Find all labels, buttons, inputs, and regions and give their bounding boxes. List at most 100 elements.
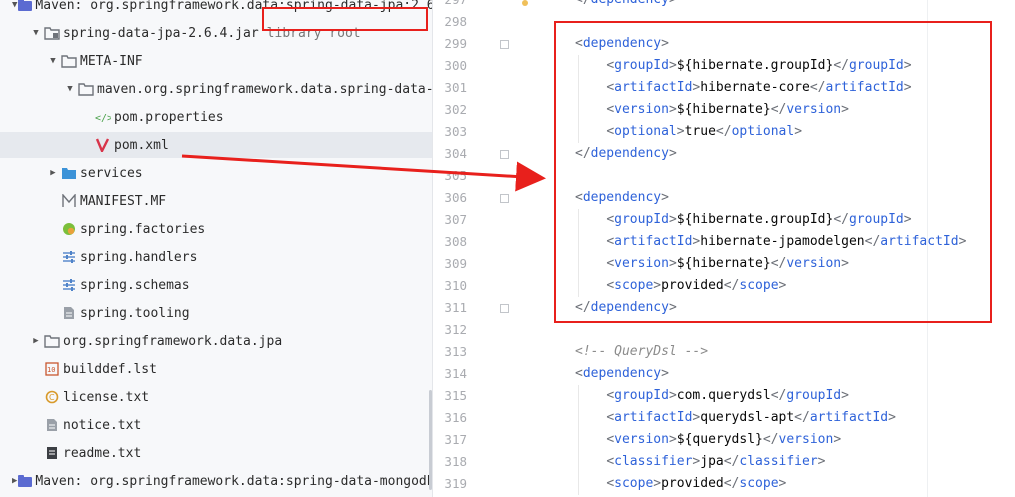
expand-arrow-icon[interactable]: ▼ bbox=[63, 84, 77, 94]
expand-arrow-icon[interactable]: ▼ bbox=[46, 56, 60, 66]
library-icon bbox=[17, 473, 33, 489]
folder-icon bbox=[77, 81, 95, 97]
code-line[interactable]: <version>${querydsl}</version> bbox=[575, 429, 841, 451]
xml-punct: > bbox=[833, 432, 842, 447]
tree-item[interactable]: </> pom.properties bbox=[0, 104, 432, 130]
tree-item[interactable]: MANIFEST.MF bbox=[0, 188, 432, 214]
xml-tag: classifier bbox=[614, 454, 693, 469]
expand-arrow-icon[interactable]: ▼ bbox=[29, 28, 43, 38]
text-file-icon bbox=[60, 305, 78, 321]
fold-marker-icon[interactable] bbox=[500, 150, 509, 159]
line-number: 302 bbox=[444, 102, 467, 117]
tree-item[interactable]: pom.xml bbox=[0, 132, 432, 158]
tree-item-label: META-INF bbox=[80, 53, 143, 69]
code-line[interactable]: </dependency> bbox=[575, 0, 677, 11]
tree-item[interactable]: ▶ Maven: org.springframework.data:spring-… bbox=[0, 468, 432, 494]
collapse-arrow-icon[interactable]: ▶ bbox=[46, 168, 60, 178]
tree-item-label: services bbox=[80, 165, 143, 181]
line-number: 313 bbox=[444, 344, 467, 359]
tree-item-label: builddef.lst bbox=[63, 361, 157, 377]
tree-item-label: org.springframework.data.jpa bbox=[63, 333, 283, 349]
line-number: 310 bbox=[444, 278, 467, 293]
highlight-box-artifact-version bbox=[262, 7, 428, 31]
line-number: 307 bbox=[444, 212, 467, 227]
line-number: 300 bbox=[444, 58, 467, 73]
xml-punct: </ bbox=[723, 454, 740, 469]
xml-punct bbox=[575, 388, 606, 403]
code-line[interactable]: <!-- QueryDsl --> bbox=[575, 341, 708, 363]
line-number: 312 bbox=[444, 322, 467, 337]
fold-marker-icon[interactable] bbox=[500, 40, 509, 49]
xml-tag: classifier bbox=[739, 454, 818, 469]
xml-punct: < bbox=[606, 476, 615, 491]
svg-text:</>: </> bbox=[95, 113, 111, 124]
xml-punct: </ bbox=[770, 388, 787, 403]
tree-item-label: pom.properties bbox=[114, 109, 224, 125]
tree-item[interactable]: ▶ services bbox=[0, 160, 432, 186]
line-number: 298 bbox=[444, 14, 467, 29]
xml-punct: < bbox=[606, 432, 615, 447]
line-number: 319 bbox=[444, 476, 467, 491]
tree-item[interactable]: Clicense.txt bbox=[0, 384, 432, 410]
code-line[interactable]: <dependency> bbox=[575, 363, 669, 385]
tree-item[interactable]: ▶ org.springframework.data.jpa bbox=[0, 328, 432, 354]
xml-tag: scope bbox=[739, 476, 779, 491]
collapse-arrow-icon[interactable]: ▶ bbox=[29, 336, 43, 346]
line-number: 311 bbox=[444, 300, 467, 315]
tree-item[interactable]: 10 builddef.lst bbox=[0, 356, 432, 382]
tree-item[interactable]: ▼ maven.org.springframework.data.spring-d… bbox=[0, 76, 432, 102]
xml-tag: groupId bbox=[786, 388, 842, 403]
xml-text: jpa bbox=[700, 454, 724, 469]
license-file-icon: C bbox=[43, 389, 61, 405]
tree-item[interactable]: spring.handlers bbox=[0, 244, 432, 270]
xml-punct: > bbox=[653, 476, 662, 491]
folder-icon bbox=[43, 333, 61, 349]
xml-text: querydsl-apt bbox=[700, 410, 795, 425]
xml-punct: < bbox=[606, 410, 615, 425]
properties-file-icon: </> bbox=[94, 109, 112, 125]
tree-item-label: spring.handlers bbox=[80, 249, 198, 265]
tree-item[interactable]: ▼ META-INF bbox=[0, 48, 432, 74]
tree-item[interactable]: notice.txt bbox=[0, 412, 432, 438]
line-number: 299 bbox=[444, 36, 467, 51]
tree-item[interactable]: spring.tooling bbox=[0, 300, 432, 326]
xml-tag: artifactId bbox=[809, 410, 889, 425]
line-number: 297 bbox=[433, 0, 467, 11]
tree-item[interactable]: spring.schemas bbox=[0, 272, 432, 298]
code-line[interactable]: <groupId>com.querydsl</groupId> bbox=[575, 385, 849, 407]
line-number: 304 bbox=[444, 146, 467, 161]
line-number: 318 bbox=[444, 454, 467, 469]
code-line[interactable]: <artifactId>querydsl-apt</artifactId> bbox=[575, 407, 896, 429]
readme-file-icon bbox=[43, 445, 61, 461]
xml-tag: dependency bbox=[591, 0, 669, 7]
tree-item-label: MANIFEST.MF bbox=[80, 193, 167, 209]
fold-marker-icon[interactable] bbox=[500, 194, 509, 203]
line-number: 317 bbox=[444, 432, 467, 447]
xml-punct: > bbox=[668, 432, 677, 447]
xml-text: com.querydsl bbox=[676, 388, 771, 403]
xml-punct bbox=[575, 432, 606, 447]
line-number: 309 bbox=[444, 256, 467, 271]
code-line[interactable]: <scope>provided</scope> bbox=[575, 473, 786, 495]
xml-text: provided bbox=[661, 476, 724, 491]
xml-text: ${querydsl} bbox=[676, 432, 763, 447]
xml-punct: > bbox=[841, 388, 849, 403]
xml-punct: </ bbox=[762, 432, 779, 447]
code-line[interactable]: <classifier>jpa</classifier> bbox=[575, 451, 825, 473]
line-number: 315 bbox=[444, 388, 467, 403]
tree-item-label: notice.txt bbox=[63, 417, 142, 433]
xml-punct: > bbox=[668, 388, 677, 403]
tree-item[interactable]: readme.txt bbox=[0, 440, 432, 466]
svg-text:10: 10 bbox=[47, 366, 55, 374]
xml-punct: < bbox=[606, 454, 615, 469]
editor-gutter: 297 298 299 300 301 302 303 304 305 306 307 308 309 3… bbox=[433, 0, 928, 497]
tree-item-label: spring-data-jpa-2.6.4.jar bbox=[63, 25, 259, 41]
tree-item-label: readme.txt bbox=[63, 445, 142, 461]
library-icon bbox=[17, 0, 33, 13]
fold-marker-icon[interactable] bbox=[500, 304, 509, 313]
tree-item[interactable]: spring.factories bbox=[0, 216, 432, 242]
project-tree-panel: ▼ Maven: org.springframework.data:spring-… bbox=[0, 0, 432, 497]
xml-punct: > bbox=[661, 366, 669, 381]
tree-item-label: pom.xml bbox=[114, 137, 169, 153]
highlight-box-hibernate-dependencies bbox=[554, 21, 992, 323]
